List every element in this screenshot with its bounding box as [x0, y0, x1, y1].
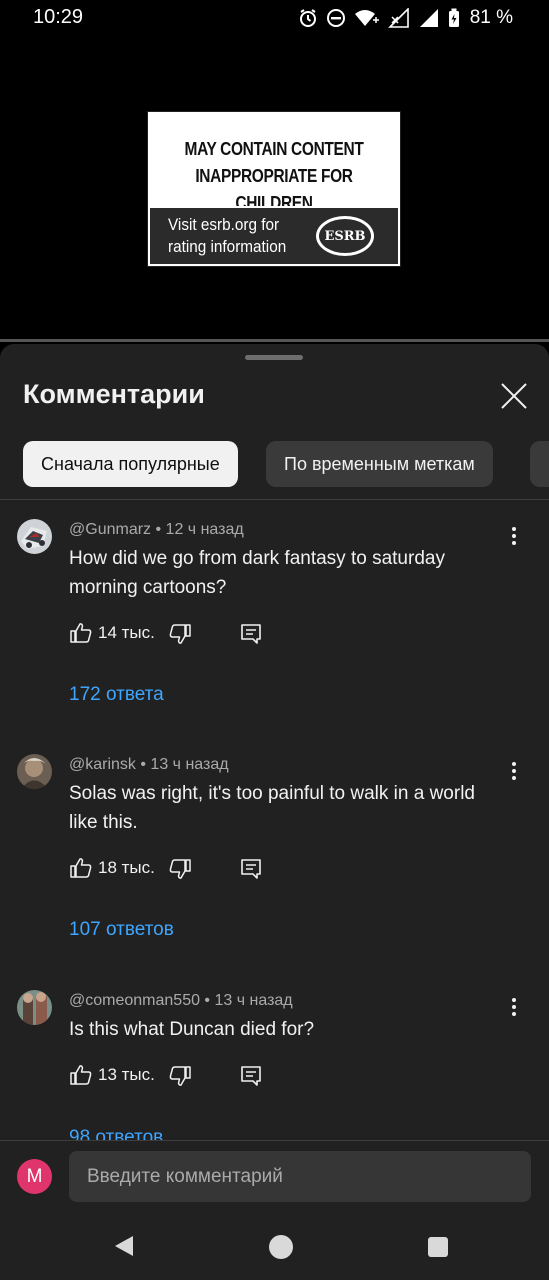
- comment-menu-button[interactable]: [505, 524, 523, 548]
- divider: [0, 499, 549, 500]
- comment-author[interactable]: @karinsk: [69, 756, 136, 773]
- thumb-up-icon: [70, 623, 92, 643]
- replies-link[interactable]: 172 ответа: [69, 684, 164, 706]
- like-button[interactable]: [69, 621, 93, 645]
- esrb-warning-line: MAY CONTAIN CONTENT: [184, 139, 364, 159]
- comment-meta: @Gunmarz • 12 ч назад: [69, 521, 244, 538]
- comment-meta: @karinsk • 13 ч назад: [69, 756, 229, 773]
- thumb-down-icon: [169, 1066, 191, 1086]
- more-vert-icon: [512, 527, 516, 545]
- signal-icon: [419, 9, 438, 27]
- close-button[interactable]: [496, 378, 532, 414]
- chip-more[interactable]: [530, 441, 549, 487]
- comment-menu-button[interactable]: [505, 995, 523, 1019]
- avatar[interactable]: [17, 990, 52, 1025]
- more-vert-icon: [512, 762, 516, 780]
- comment-time: 13 ч назад: [150, 756, 229, 773]
- like-button[interactable]: [69, 856, 93, 880]
- sheet-title: Комментарии: [23, 379, 205, 409]
- do-not-disturb-icon: [326, 9, 345, 27]
- drag-handle[interactable]: [245, 355, 303, 360]
- thumb-up-icon: [70, 1065, 92, 1085]
- battery-percent: 81 %: [469, 7, 513, 28]
- avatar-image: [17, 754, 52, 789]
- status-bar: 10:29 81 %: [0, 0, 549, 36]
- esrb-rating-card: MAY CONTAIN CONTENT INAPPROPRIATE FOR CH…: [147, 111, 401, 267]
- comment-menu-button[interactable]: [505, 759, 523, 783]
- avatar[interactable]: [17, 754, 52, 789]
- esrb-logo: ESRB: [316, 216, 374, 256]
- close-icon: [501, 383, 527, 409]
- comment-author[interactable]: @comeonman550: [69, 992, 200, 1009]
- back-triangle-icon: [115, 1236, 133, 1256]
- nav-back-button[interactable]: [112, 1234, 136, 1263]
- comment-meta: @comeonman550 • 13 ч назад: [69, 992, 293, 1009]
- avatar-image: [17, 519, 52, 554]
- like-count: 13 тыс.: [98, 1065, 155, 1084]
- reply-button[interactable]: [239, 1064, 263, 1088]
- signal-icon: [387, 8, 409, 28]
- nav-home-button[interactable]: [269, 1235, 293, 1259]
- comment-text: Is this what Duncan died for?: [69, 1019, 315, 1040]
- esrb-visit-line: rating information: [168, 237, 287, 256]
- sort-chips: Сначала популярные По временным меткам: [23, 441, 549, 487]
- comment-text: Solas was right, it's too painful to wal…: [69, 783, 475, 833]
- comment-time: 12 ч назад: [165, 521, 244, 538]
- avatar-image: [17, 990, 52, 1025]
- reply-comment-icon: [241, 859, 261, 879]
- esrb-visit-text: Visit esrb.org for rating information: [168, 214, 286, 258]
- replies-link[interactable]: 107 ответов: [69, 919, 174, 941]
- thumb-down-icon: [169, 624, 191, 644]
- reply-button[interactable]: [239, 857, 263, 881]
- system-nav-bar: [0, 1210, 549, 1280]
- comment-author[interactable]: @Gunmarz: [69, 521, 151, 538]
- user-avatar[interactable]: M: [17, 1159, 52, 1194]
- like-count: 18 тыс.: [98, 858, 155, 877]
- chip-top-comments[interactable]: Сначала популярные: [23, 441, 238, 487]
- esrb-info-band: Visit esrb.org for rating information ES…: [150, 206, 398, 264]
- comment-input[interactable]: [69, 1151, 531, 1202]
- comment-time: 13 ч назад: [214, 992, 293, 1009]
- thumb-down-icon: [169, 859, 191, 879]
- nav-recents-button[interactable]: [428, 1237, 448, 1257]
- dislike-button[interactable]: [168, 857, 192, 881]
- dislike-button[interactable]: [168, 1064, 192, 1088]
- chip-timestamps[interactable]: По временным меткам: [266, 441, 493, 487]
- esrb-warning: MAY CONTAIN CONTENT INAPPROPRIATE FOR CH…: [150, 114, 398, 213]
- alarm-icon: [299, 9, 316, 27]
- more-vert-icon: [512, 998, 516, 1016]
- comment-text: How did we go from dark fantasy to satur…: [69, 548, 445, 598]
- status-icons: 81 %: [298, 7, 513, 29]
- wifi-icon: [354, 10, 379, 26]
- comments-sheet: Комментарии Сначала популярные По времен…: [0, 344, 549, 1280]
- avatar[interactable]: [17, 519, 52, 554]
- reply-button[interactable]: [239, 622, 263, 646]
- battery-icon: [448, 8, 459, 27]
- thumb-up-icon: [70, 858, 92, 878]
- status-time: 10:29: [33, 6, 84, 28]
- video-progress-bar[interactable]: [0, 339, 549, 342]
- dislike-button[interactable]: [168, 622, 192, 646]
- like-count: 14 тыс.: [98, 623, 155, 642]
- reply-comment-icon: [241, 1066, 261, 1086]
- reply-comment-icon: [241, 624, 261, 644]
- like-button[interactable]: [69, 1063, 93, 1087]
- esrb-visit-line: Visit esrb.org for: [168, 215, 280, 234]
